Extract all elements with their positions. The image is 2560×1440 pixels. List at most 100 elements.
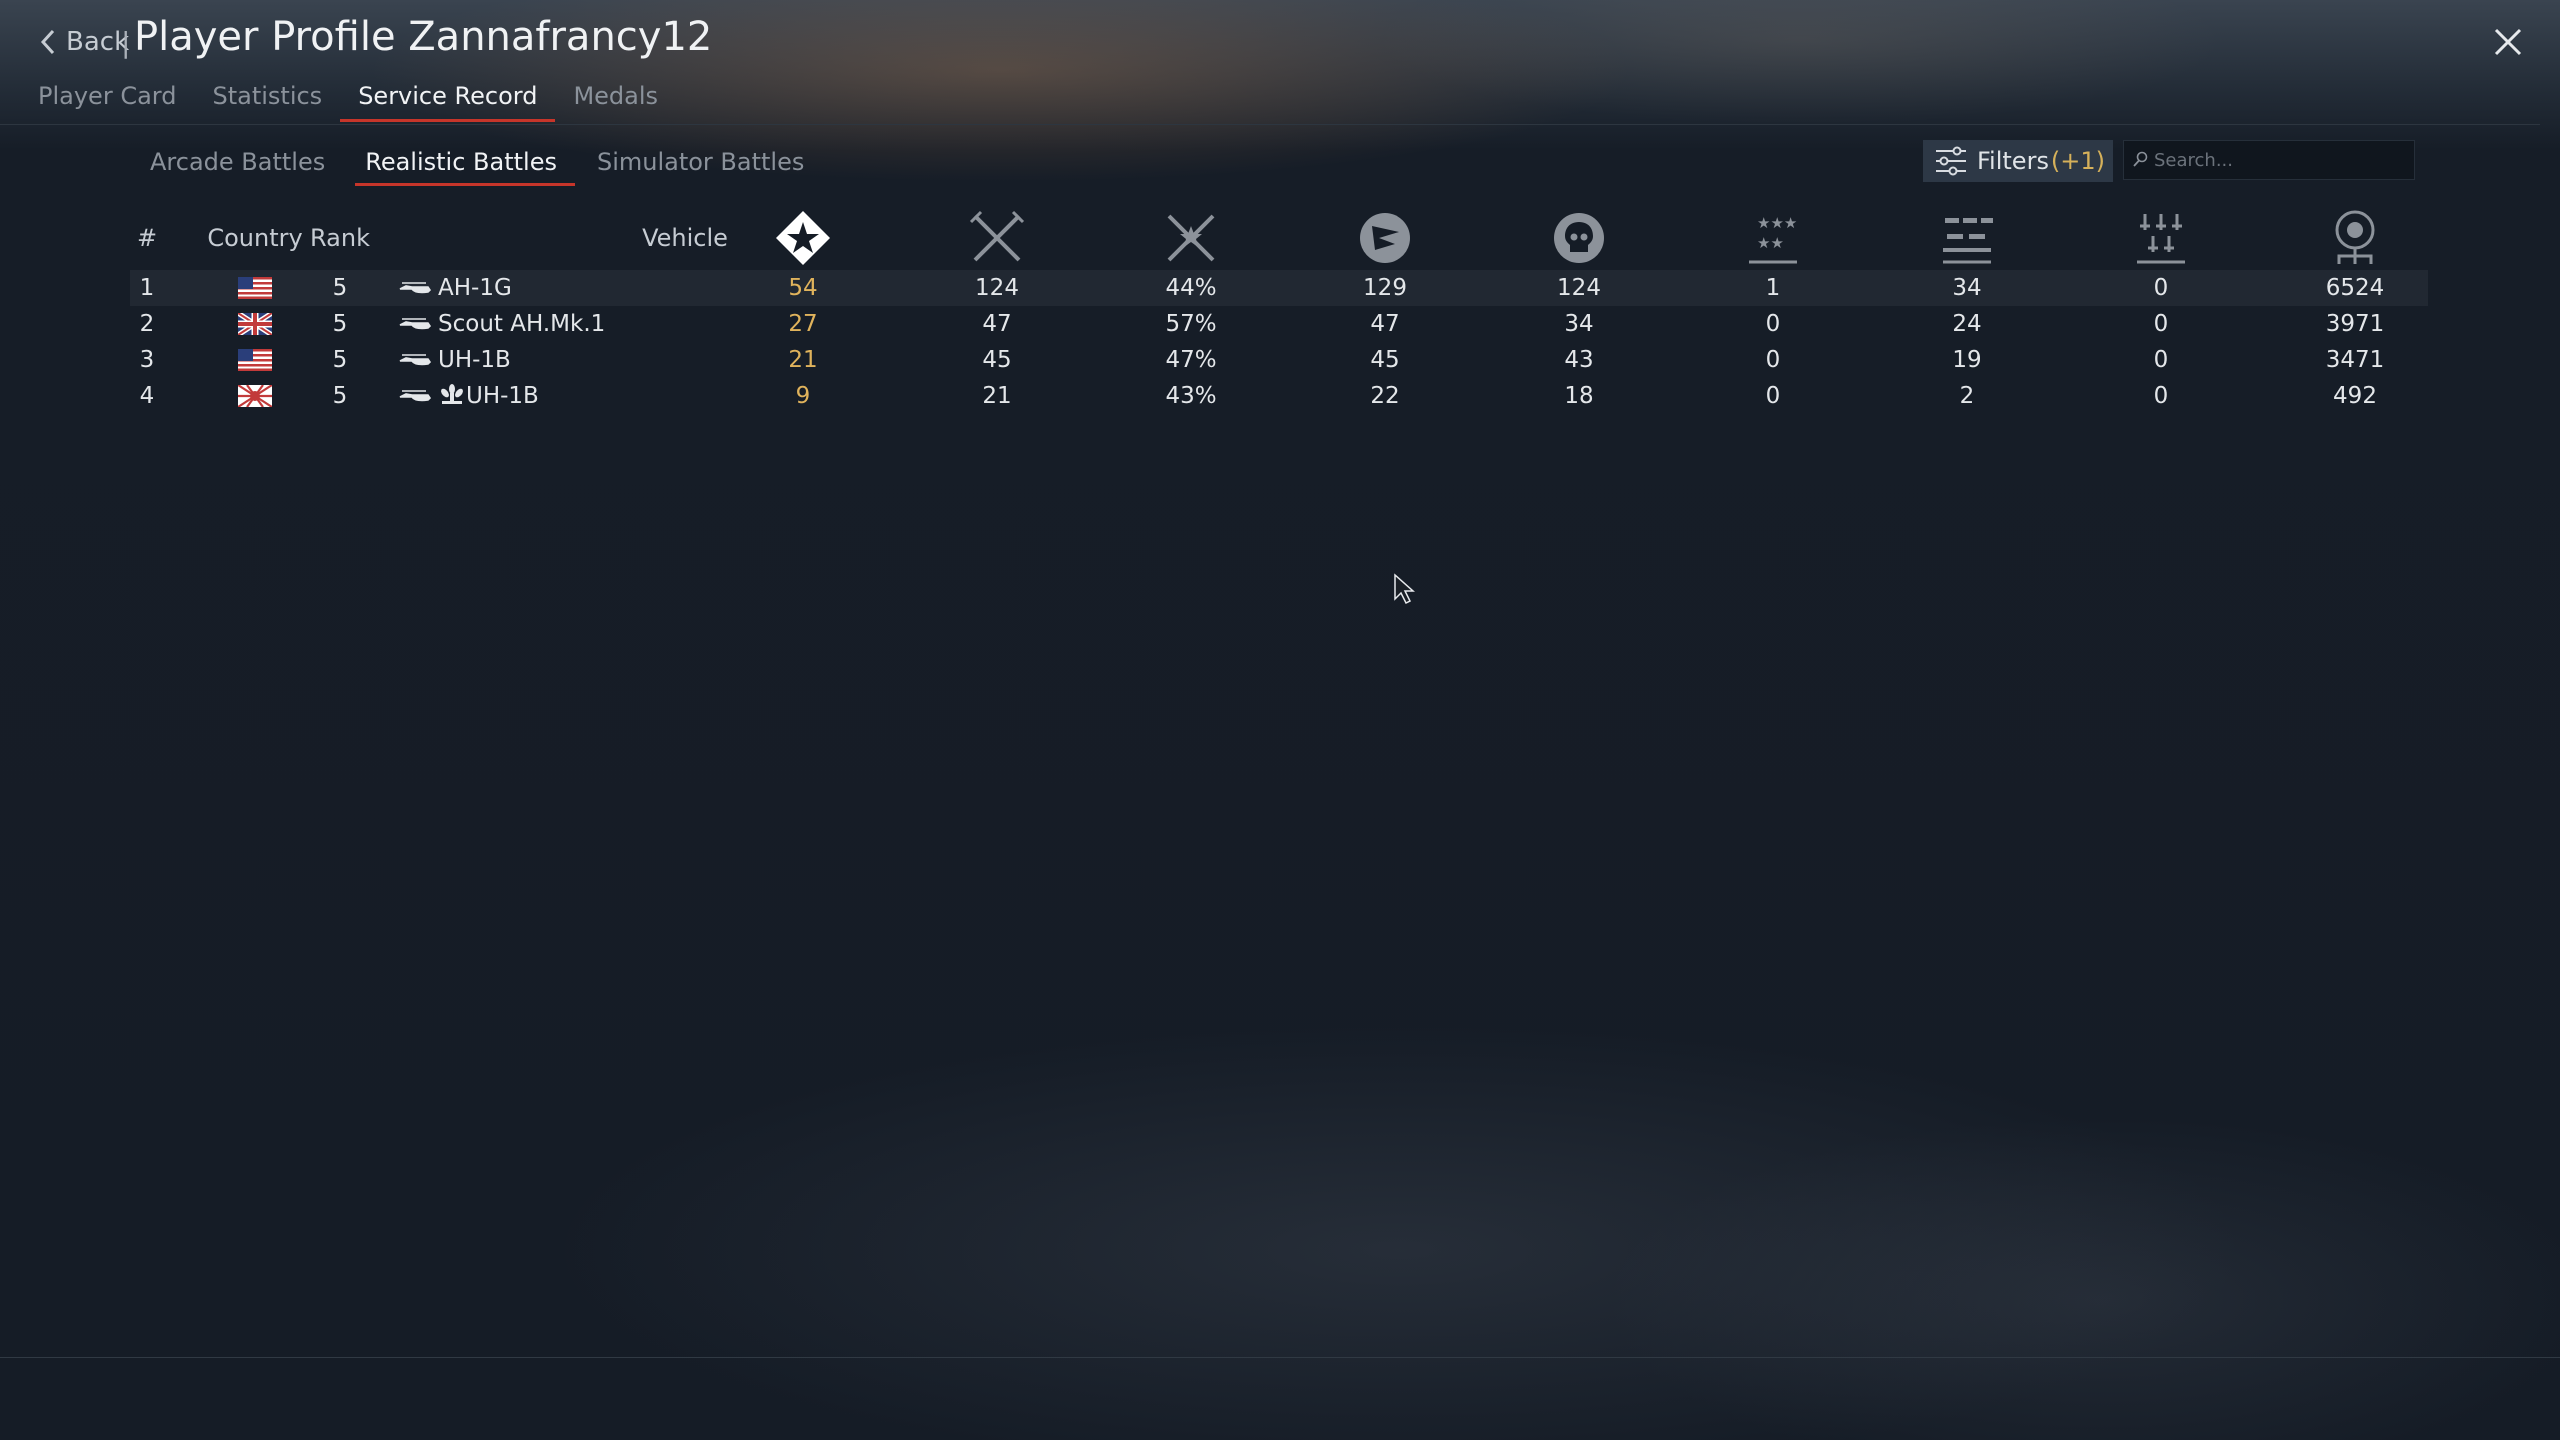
vehicle-name: UH-1B	[466, 383, 539, 409]
rank-cell: 5	[332, 311, 348, 337]
battles-cell: 21	[982, 383, 1012, 409]
usa-flag-icon	[238, 277, 272, 299]
deaths-icon	[1554, 213, 1604, 263]
rank-cell: 5	[332, 383, 348, 409]
battles-cell: 47	[982, 311, 1012, 337]
column-victories[interactable]	[743, 196, 863, 280]
svg-text:★★: ★★	[1757, 234, 1784, 252]
naval-kills-cell: 0	[2153, 347, 2169, 373]
svg-text:★★★: ★★★	[1757, 214, 1797, 232]
table-row[interactable]: 3 5 UH-1B 21 45 47% 45 43 0 19 0 3471	[130, 342, 2428, 378]
column-battles[interactable]	[937, 196, 1057, 280]
naval-kills-cell: 0	[2153, 311, 2169, 337]
deaths-cell: 34	[1564, 311, 1594, 337]
usa-flag-icon	[238, 349, 272, 371]
close-icon[interactable]	[2490, 24, 2526, 60]
score-icon	[2335, 210, 2375, 264]
air-kills-cell: 1	[1765, 275, 1781, 301]
tab-service-record[interactable]: Service Record	[340, 78, 556, 122]
air-kills-cell: 0	[1765, 311, 1781, 337]
row-number: 4	[139, 383, 155, 409]
column-deaths[interactable]	[1519, 196, 1639, 280]
row-number: 1	[139, 275, 155, 301]
score-cell: 3471	[2325, 347, 2385, 373]
ground-targets-destroyed-icon	[1943, 218, 1993, 264]
helicopter-icon	[399, 390, 432, 402]
vehicle-name: UH-1B	[438, 347, 511, 373]
search-icon	[2133, 151, 2148, 167]
chevron-left-icon	[40, 29, 55, 55]
rank-cell: 5	[332, 275, 348, 301]
ground-kills-cell: 2	[1959, 383, 1975, 409]
title-separator: |	[121, 26, 131, 59]
japan-flag-icon	[238, 385, 272, 407]
respawns-cell: 45	[1370, 347, 1400, 373]
deaths-cell: 18	[1564, 383, 1594, 409]
win-rate-cell: 47%	[1165, 347, 1217, 373]
rank-cell: 5	[332, 347, 348, 373]
tab-simulator-battles[interactable]: Simulator Battles	[577, 144, 824, 186]
header: Back | Player Profile Zannafrancy12 Play…	[0, 0, 2560, 126]
battles-cell: 124	[975, 275, 1019, 301]
win-rate-cell: 57%	[1165, 311, 1217, 337]
uk-flag-icon	[238, 313, 272, 335]
search-input[interactable]	[2152, 148, 2406, 172]
column-score[interactable]	[2295, 196, 2415, 280]
score-cell: 492	[2333, 383, 2377, 409]
naval-kills-cell: 0	[2153, 383, 2169, 409]
respawns-cell: 129	[1363, 275, 1407, 301]
air-kills-cell: 0	[1765, 347, 1781, 373]
ground-kills-cell: 19	[1952, 347, 1982, 373]
column-number[interactable]: #	[136, 196, 158, 280]
column-rank[interactable]: Rank	[300, 196, 380, 280]
vehicle-cell: AH-1G	[398, 270, 798, 306]
helicopter-icon	[399, 318, 432, 330]
vehicle-cell: UH-1B	[398, 342, 798, 378]
table-header: # Country Rank Vehicle ★★★ ★★	[130, 196, 2428, 280]
country-cell	[200, 378, 310, 414]
country-cell	[200, 306, 310, 342]
victories-cell: 27	[788, 311, 818, 337]
column-win-rate[interactable]	[1131, 196, 1251, 280]
battle-mode-tabs: Arcade Battles Realistic Battles Simulat…	[130, 144, 824, 186]
row-number: 3	[139, 347, 155, 373]
column-ground-targets-destroyed[interactable]	[1907, 196, 2027, 280]
ground-kills-cell: 34	[1952, 275, 1982, 301]
respawns-cell: 47	[1370, 311, 1400, 337]
win-rate-cell: 44%	[1165, 275, 1217, 301]
vehicle-name: Scout AH.Mk.1	[438, 311, 606, 337]
table-row[interactable]: 1 5 AH-1G 54 124 44% 129 124 1 34 0 6524	[130, 270, 2428, 306]
column-naval-targets-destroyed[interactable]	[2101, 196, 2221, 280]
column-air-targets-destroyed[interactable]: ★★★ ★★	[1713, 196, 1833, 280]
table-row[interactable]: 2 5 Scout AH.Mk.1 27 47 57% 47 34 0 24 0…	[130, 306, 2428, 342]
footer-divider	[0, 1357, 2560, 1358]
win-rate-icon	[1167, 214, 1215, 262]
vehicle-name: AH-1G	[438, 275, 512, 301]
back-button[interactable]: Back	[38, 22, 129, 62]
respawns-icon	[1360, 213, 1410, 263]
tab-player-card[interactable]: Player Card	[20, 78, 194, 122]
tab-arcade-battles[interactable]: Arcade Battles	[130, 144, 345, 186]
tab-realistic-battles[interactable]: Realistic Battles	[345, 144, 577, 186]
table-row[interactable]: 4 5 UH-1B 9 21 43% 22 18 0 2 0 492	[130, 378, 2428, 414]
column-respawns[interactable]	[1325, 196, 1445, 280]
deaths-cell: 43	[1564, 347, 1594, 373]
air-targets-destroyed-icon: ★★★★★	[1749, 214, 1797, 264]
filters-button[interactable]: Filters (+1)	[1923, 140, 2113, 182]
row-number: 2	[139, 311, 155, 337]
ground-kills-cell: 24	[1952, 311, 1982, 337]
filters-count-badge: (+1)	[2050, 147, 2105, 175]
tab-statistics[interactable]: Statistics	[194, 78, 340, 122]
header-divider	[0, 124, 2540, 125]
score-cell: 6524	[2325, 275, 2385, 301]
service-record-table: 1 5 AH-1G 5 4 124 44% 129 124 1 34 0 6524	[130, 270, 2428, 414]
battles-icon	[969, 210, 1025, 262]
win-rate-cell: 43%	[1165, 383, 1217, 409]
battles-cell: 45	[982, 347, 1012, 373]
search-box	[2123, 140, 2415, 180]
tab-medals[interactable]: Medals	[555, 78, 676, 122]
victories-icon	[776, 211, 830, 265]
score-cell: 3971	[2325, 311, 2385, 337]
deaths-cell: 124	[1557, 275, 1601, 301]
column-country[interactable]: Country	[200, 196, 310, 280]
